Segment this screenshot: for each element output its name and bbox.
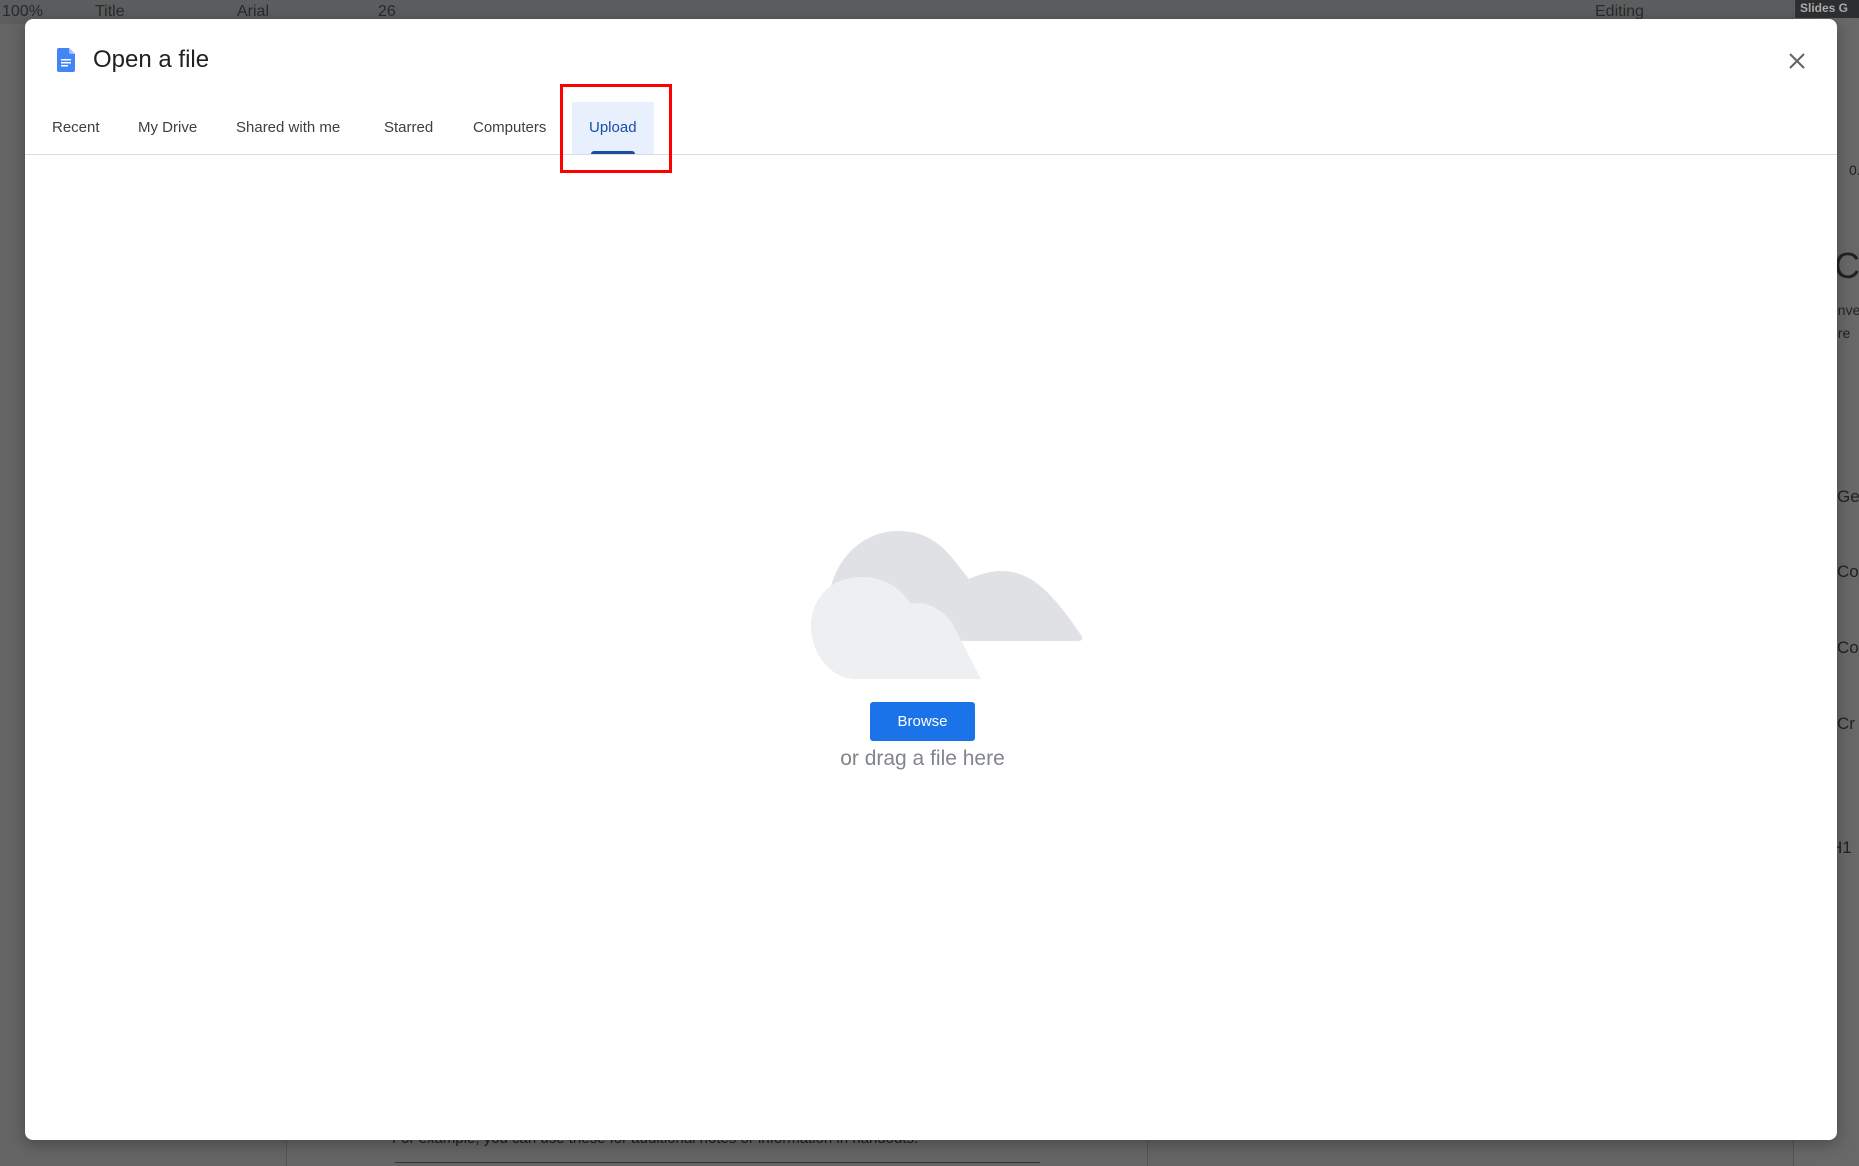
- side-text: Co: [1837, 562, 1859, 581]
- slides-tab: Slides G: [1795, 0, 1859, 18]
- open-file-dialog: Open a file Recent My Drive Shared with …: [25, 19, 1837, 1140]
- tab-starred[interactable]: Starred: [380, 102, 437, 154]
- upload-tab-highlight-box: [560, 84, 672, 173]
- tab-shared-with-me[interactable]: Shared with me: [232, 102, 344, 154]
- side-text: Cr: [1837, 714, 1855, 733]
- drag-hint: or drag a file here: [840, 747, 1005, 770]
- google-docs-icon: [57, 48, 75, 72]
- browse-button[interactable]: Browse: [870, 702, 975, 741]
- close-icon[interactable]: [1783, 47, 1811, 75]
- side-text: 0.: [1849, 162, 1859, 178]
- side-text: Co: [1834, 245, 1859, 286]
- side-text: Ge: [1837, 487, 1859, 506]
- document-divider: [395, 1162, 1040, 1163]
- tab-my-drive[interactable]: My Drive: [134, 102, 201, 154]
- dialog-title: Open a file: [93, 46, 210, 73]
- upload-cloud-illustration: [811, 531, 1083, 679]
- tab-recent[interactable]: Recent: [48, 102, 104, 154]
- tab-computers[interactable]: Computers: [469, 102, 550, 154]
- tab-bar: Recent My Drive Shared with me Starred C…: [25, 102, 1837, 155]
- side-text: Co: [1837, 638, 1859, 657]
